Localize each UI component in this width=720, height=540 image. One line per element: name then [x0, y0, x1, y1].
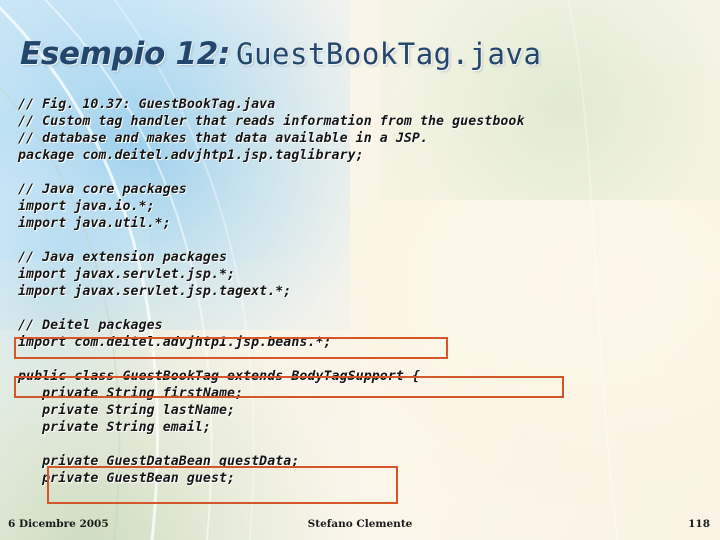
- code-line: private GuestBean guest;: [18, 471, 236, 486]
- code-line: private GuestDataBean guestData;: [18, 454, 300, 469]
- code-line: // database and makes that data availabl…: [18, 131, 429, 146]
- code-line: private String email;: [18, 420, 211, 435]
- code-listing: // Fig. 10.37: GuestBookTag.java // Cust…: [18, 96, 718, 487]
- code-line: import com.deitel.advjhtp1.jsp.beans.*;: [18, 335, 332, 350]
- code-line: import java.io.*;: [18, 199, 155, 214]
- title-code-token: GuestBookTag.java: [236, 37, 542, 71]
- code-line: // Custom tag handler that reads informa…: [18, 114, 525, 129]
- code-line: // Java extension packages: [18, 250, 228, 265]
- footer-page-number: 118: [688, 518, 710, 530]
- code-line: import javax.servlet.jsp.tagext.*;: [18, 284, 292, 299]
- code-line: private String lastName;: [18, 403, 236, 418]
- title-emphasis: Esempio 12:: [20, 36, 231, 72]
- slide-title: Esempio 12: GuestBookTag.java: [20, 32, 710, 76]
- code-line: import java.util.*;: [18, 216, 171, 231]
- slide: Esempio 12: GuestBookTag.java // Fig. 10.…: [0, 0, 720, 540]
- code-line: // Fig. 10.37: GuestBookTag.java: [18, 97, 276, 112]
- code-line: private String firstName;: [18, 386, 244, 401]
- slide-footer: 6 Dicembre 2005 Stefano Clemente 118: [0, 516, 720, 532]
- code-line: public class GuestBookTag extends BodyTa…: [18, 369, 420, 384]
- code-line: // Java core packages: [18, 182, 187, 197]
- code-line: // Deitel packages: [18, 318, 163, 333]
- code-line: package com.deitel.advjhtp1.jsp.taglibra…: [18, 148, 364, 163]
- code-line: import javax.servlet.jsp.*;: [18, 267, 236, 282]
- footer-author: Stefano Clemente: [307, 518, 413, 530]
